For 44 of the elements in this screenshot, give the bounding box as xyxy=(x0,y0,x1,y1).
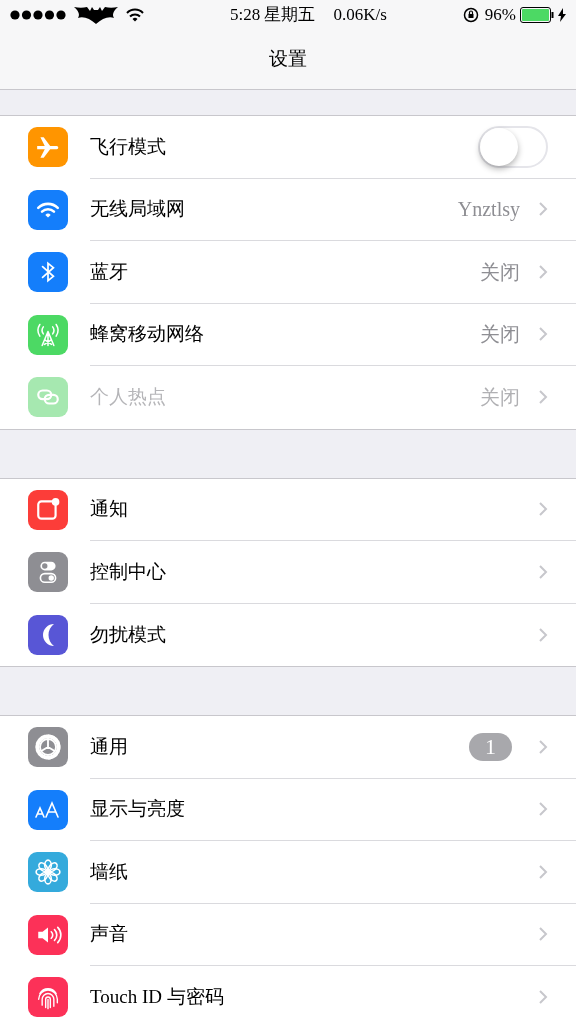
chevron-icon xyxy=(538,326,548,343)
battery-icon xyxy=(520,7,554,23)
battery-percent: 96% xyxy=(484,4,516,27)
row-label: 显示与亮度 xyxy=(90,797,186,821)
row-label: 声音 xyxy=(90,922,129,946)
chevron-icon xyxy=(538,989,548,1006)
rotation-lock-icon xyxy=(462,7,479,23)
chevron-icon xyxy=(538,626,548,643)
row-label: 勿扰模式 xyxy=(90,622,167,647)
notification-icon xyxy=(35,496,61,523)
row-value: Ynztlsy xyxy=(457,197,520,223)
chevron-icon xyxy=(538,263,548,280)
chevron-icon xyxy=(538,389,548,406)
row-value: 关闭 xyxy=(480,385,520,411)
row-label: 通用 xyxy=(90,734,129,759)
chevron-icon xyxy=(538,863,548,880)
airplane-icon xyxy=(35,134,61,161)
charging-bolt-icon xyxy=(558,8,566,22)
network-speed: 0.06K/s xyxy=(333,4,387,27)
wifi-icon xyxy=(126,8,144,22)
signal-dots-icon xyxy=(10,10,66,20)
count-badge: 1 xyxy=(469,732,512,761)
row-label: 个人热点 xyxy=(90,385,167,409)
row-label: Touch ID 与密码 xyxy=(90,985,225,1009)
bat-icon xyxy=(74,6,118,24)
chevron-icon xyxy=(538,801,548,818)
chevron-icon xyxy=(538,738,548,755)
row-label: 通知 xyxy=(90,497,129,521)
chevron-icon xyxy=(538,563,548,580)
chevron-icon xyxy=(538,201,548,218)
clock-text: 5:28 星期五 xyxy=(230,4,316,27)
row-value: 关闭 xyxy=(480,322,520,348)
moon-icon xyxy=(42,623,54,646)
row-label: 控制中心 xyxy=(90,559,167,584)
row-value: 关闭 xyxy=(480,259,520,285)
row-label: 蜂窝移动网络 xyxy=(90,322,205,346)
row-label: 墙纸 xyxy=(90,859,129,884)
row-label: 飞行模式 xyxy=(90,134,167,159)
toggle-switch[interactable] xyxy=(478,125,548,168)
row-label: 蓝牙 xyxy=(90,259,129,284)
chevron-icon xyxy=(538,501,548,518)
chevron-icon xyxy=(538,926,548,943)
row-label: 无线局域网 xyxy=(90,197,186,221)
page-title: 设置 xyxy=(269,47,307,72)
